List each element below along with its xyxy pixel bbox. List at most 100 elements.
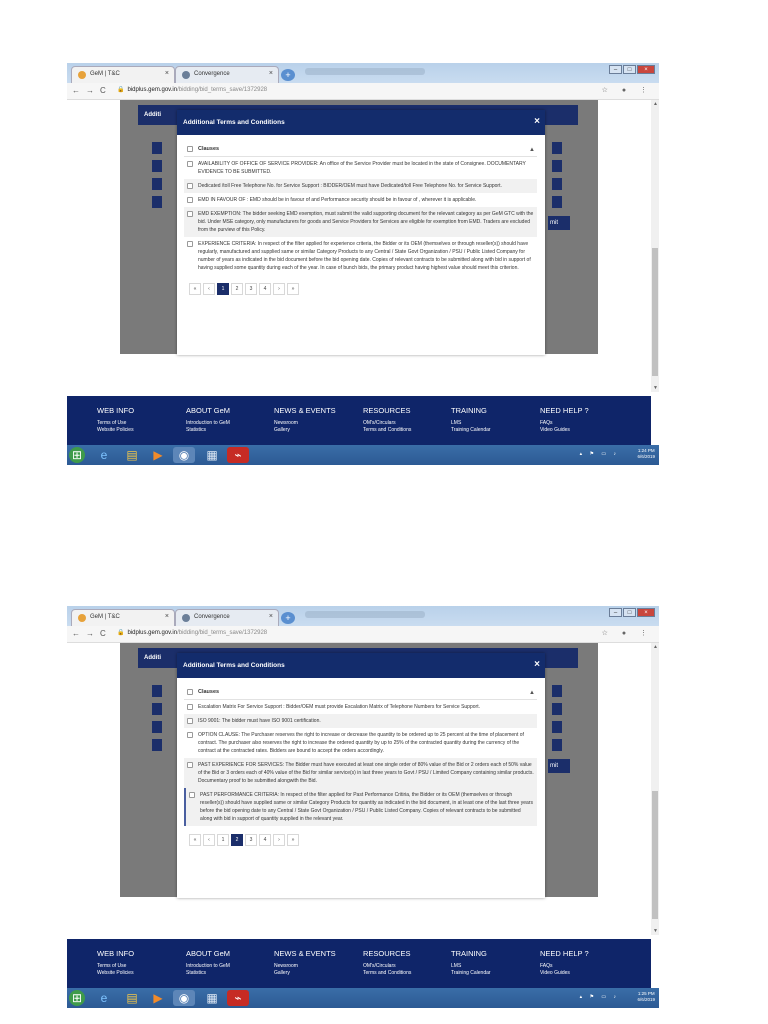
- tab-close-icon[interactable]: ×: [165, 613, 169, 620]
- footer-link[interactable]: Training Calendar: [451, 427, 491, 434]
- scroll-thumb[interactable]: [652, 791, 658, 919]
- scroll-down-arrow-icon[interactable]: ▼: [653, 928, 658, 934]
- forward-icon[interactable]: →: [86, 629, 94, 638]
- url-field[interactable]: 🔒 bidplus.gem.gov.in/bidding/bid_terms_sa…: [117, 629, 267, 636]
- clause-checkbox[interactable]: [187, 211, 193, 217]
- new-tab-button[interactable]: +: [281, 612, 295, 624]
- footer-link[interactable]: Video Guides: [540, 427, 589, 434]
- close-icon[interactable]: ×: [534, 116, 540, 127]
- back-icon[interactable]: ←: [72, 86, 80, 95]
- back-icon[interactable]: ←: [72, 629, 80, 638]
- tab-close-icon[interactable]: ×: [269, 613, 273, 620]
- close-window-icon[interactable]: ×: [637, 65, 655, 74]
- reload-icon[interactable]: C: [100, 629, 106, 638]
- page-next-button[interactable]: ›: [273, 283, 285, 295]
- page-scrollbar[interactable]: ▲ ▼: [651, 643, 659, 935]
- page-first-button[interactable]: «: [189, 834, 201, 846]
- page-next-button[interactable]: ›: [273, 834, 285, 846]
- footer-link[interactable]: Gallery: [274, 427, 336, 434]
- page-1-button[interactable]: 1: [217, 283, 229, 295]
- new-tab-button[interactable]: +: [281, 69, 295, 81]
- pdf-reader-icon[interactable]: ⌁: [227, 447, 249, 463]
- document-app-icon[interactable]: ▦: [201, 447, 223, 463]
- bookmark-star-icon[interactable]: ☆: [602, 87, 614, 94]
- footer-link[interactable]: Statistics: [186, 970, 230, 977]
- start-button-icon[interactable]: ⊞: [69, 990, 85, 1006]
- page-1-button[interactable]: 1: [217, 834, 229, 846]
- page-prev-button[interactable]: ‹: [203, 283, 215, 295]
- page-last-button[interactable]: »: [287, 283, 299, 295]
- page-3-button[interactable]: 3: [245, 283, 257, 295]
- scroll-up-icon[interactable]: ▲: [529, 147, 535, 153]
- footer-link[interactable]: Website Policies: [97, 970, 134, 977]
- file-explorer-icon[interactable]: ▤: [121, 447, 143, 463]
- tab-close-icon[interactable]: ×: [269, 70, 273, 77]
- tab-convergence[interactable]: Convergence ×: [175, 609, 279, 626]
- select-all-checkbox[interactable]: [187, 689, 193, 695]
- scroll-up-arrow-icon[interactable]: ▲: [653, 644, 658, 650]
- scroll-up-icon[interactable]: ▲: [529, 690, 535, 696]
- clause-checkbox[interactable]: [187, 718, 193, 724]
- menu-icon[interactable]: ⋮: [640, 87, 653, 94]
- footer-link[interactable]: Website Policies: [97, 427, 134, 434]
- clause-checkbox[interactable]: [187, 161, 193, 167]
- page-4-button[interactable]: 4: [259, 834, 271, 846]
- footer-link[interactable]: Introduction to GeM: [186, 963, 230, 970]
- minimize-icon[interactable]: –: [609, 608, 622, 617]
- tab-gem-tc[interactable]: GeM | T&C ×: [71, 66, 175, 83]
- clause-checkbox[interactable]: [187, 762, 193, 768]
- tab-close-icon[interactable]: ×: [165, 70, 169, 77]
- footer-link[interactable]: Training Calendar: [451, 970, 491, 977]
- clause-checkbox[interactable]: [187, 732, 193, 738]
- clause-checkbox[interactable]: [187, 183, 193, 189]
- media-player-icon[interactable]: ▶: [147, 447, 169, 463]
- url-field[interactable]: 🔒 bidplus.gem.gov.in/bidding/bid_terms_sa…: [117, 86, 267, 93]
- footer-link[interactable]: Terms and Conditions: [363, 970, 411, 977]
- internet-explorer-icon[interactable]: e: [93, 990, 115, 1006]
- footer-column-about: ABOUT GeM Introduction to GeM Statistics: [186, 949, 230, 976]
- footer-link[interactable]: Terms and Conditions: [363, 427, 411, 434]
- chrome-icon[interactable]: ◉: [173, 990, 195, 1006]
- page-2-button[interactable]: 2: [231, 834, 243, 846]
- scroll-up-arrow-icon[interactable]: ▲: [653, 101, 658, 107]
- document-app-icon[interactable]: ▦: [201, 990, 223, 1006]
- footer-link[interactable]: Video Guides: [540, 970, 589, 977]
- page-3-button[interactable]: 3: [245, 834, 257, 846]
- page-last-button[interactable]: »: [287, 834, 299, 846]
- forward-icon[interactable]: →: [86, 86, 94, 95]
- scroll-down-arrow-icon[interactable]: ▼: [653, 385, 658, 391]
- footer-link[interactable]: Statistics: [186, 427, 230, 434]
- profile-icon[interactable]: ●: [622, 87, 632, 94]
- menu-icon[interactable]: ⋮: [640, 630, 653, 637]
- maximize-icon[interactable]: □: [623, 608, 636, 617]
- pdf-reader-icon[interactable]: ⌁: [227, 990, 249, 1006]
- clause-checkbox[interactable]: [187, 197, 193, 203]
- clause-checkbox[interactable]: [187, 704, 193, 710]
- minimize-icon[interactable]: –: [609, 65, 622, 74]
- chrome-icon[interactable]: ◉: [173, 447, 195, 463]
- clause-row: Dedicated /toll Free Telephone No. for S…: [184, 179, 537, 193]
- file-explorer-icon[interactable]: ▤: [121, 990, 143, 1006]
- scroll-thumb[interactable]: [652, 248, 658, 376]
- tab-gem-tc[interactable]: GeM | T&C ×: [71, 609, 175, 626]
- maximize-icon[interactable]: □: [623, 65, 636, 74]
- start-button-icon[interactable]: ⊞: [69, 447, 85, 463]
- select-all-checkbox[interactable]: [187, 146, 193, 152]
- clause-checkbox[interactable]: [189, 792, 195, 798]
- footer-link[interactable]: Introduction to GeM: [186, 420, 230, 427]
- close-window-icon[interactable]: ×: [637, 608, 655, 617]
- reload-icon[interactable]: C: [100, 86, 106, 95]
- page-scrollbar[interactable]: ▲ ▼: [651, 100, 659, 392]
- close-icon[interactable]: ×: [534, 659, 540, 670]
- footer-link[interactable]: Gallery: [274, 970, 336, 977]
- profile-icon[interactable]: ●: [622, 630, 632, 637]
- bookmark-star-icon[interactable]: ☆: [602, 630, 614, 637]
- page-prev-button[interactable]: ‹: [203, 834, 215, 846]
- page-first-button[interactable]: «: [189, 283, 201, 295]
- tab-convergence[interactable]: Convergence ×: [175, 66, 279, 83]
- page-4-button[interactable]: 4: [259, 283, 271, 295]
- clause-checkbox[interactable]: [187, 241, 193, 247]
- page-2-button[interactable]: 2: [231, 283, 243, 295]
- internet-explorer-icon[interactable]: e: [93, 447, 115, 463]
- media-player-icon[interactable]: ▶: [147, 990, 169, 1006]
